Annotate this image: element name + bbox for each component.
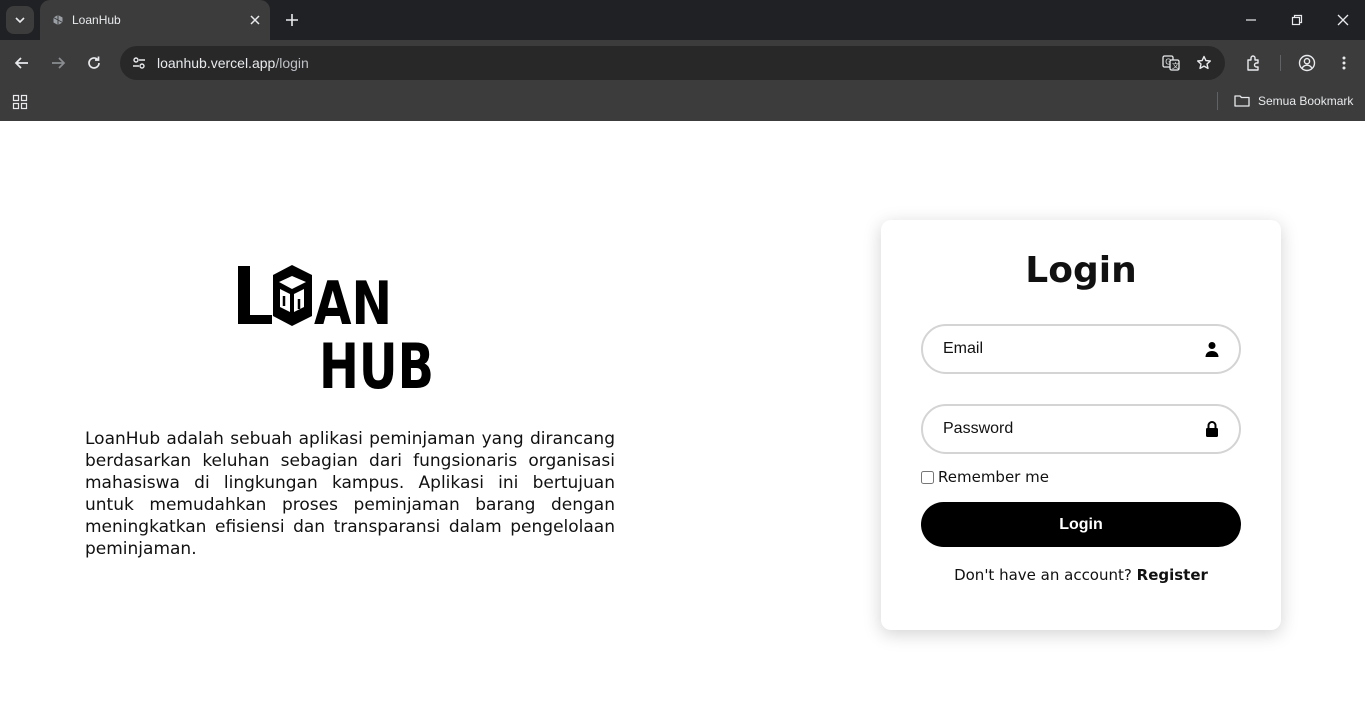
remember-me-label: Remember me — [938, 468, 1049, 486]
tab-search-button[interactable] — [6, 6, 34, 34]
account-icon — [1298, 54, 1316, 72]
no-account-text: Don't have an account? — [954, 566, 1132, 584]
address-bar[interactable]: loanhub.vercel.app/login G文 — [120, 46, 1225, 80]
login-title: Login — [1025, 250, 1137, 291]
login-button[interactable]: Login — [921, 502, 1241, 547]
close-icon — [250, 15, 260, 25]
password-field[interactable] — [921, 404, 1241, 454]
all-bookmarks-button[interactable]: Semua Bookmark — [1234, 90, 1353, 112]
arrow-left-icon — [14, 57, 28, 69]
puzzle-icon — [1247, 55, 1259, 71]
bookmarks-divider — [1217, 92, 1218, 110]
star-icon — [1197, 55, 1211, 70]
browser-toolbar: loanhub.vercel.app/login G文 — [0, 40, 1365, 86]
close-window-button[interactable] — [1333, 10, 1353, 30]
lock-icon — [1203, 420, 1221, 438]
back-button[interactable] — [11, 52, 33, 74]
reload-icon — [88, 56, 100, 69]
login-page: AN HUB LoanHub adalah sebuah aplikasi pe… — [0, 121, 1365, 728]
toolbar-divider — [1280, 55, 1281, 71]
svg-text:AN: AN — [314, 269, 392, 339]
minimize-button[interactable] — [1241, 10, 1261, 30]
register-link[interactable]: Register — [1137, 566, 1208, 584]
email-input[interactable] — [943, 338, 1193, 360]
grid-icon — [12, 94, 28, 110]
app-description: LoanHub adalah sebuah aplikasi peminjama… — [85, 429, 615, 559]
remember-me[interactable]: Remember me — [921, 468, 1049, 486]
svg-text:文: 文 — [1172, 61, 1179, 70]
browser-tab-strip: LoanHub — [0, 0, 1365, 40]
site-info-button[interactable] — [128, 52, 150, 74]
bookmark-star-button[interactable] — [1193, 52, 1215, 74]
folder-icon — [1234, 95, 1250, 107]
bookmarks-bar: Semua Bookmark — [0, 86, 1365, 121]
tab-title: LoanHub — [72, 13, 121, 27]
all-bookmarks-label: Semua Bookmark — [1258, 94, 1354, 108]
svg-text:HUB: HUB — [319, 330, 434, 389]
close-icon — [1337, 14, 1349, 26]
user-icon — [1203, 340, 1221, 358]
minimize-icon — [1246, 19, 1256, 21]
menu-button[interactable] — [1333, 52, 1355, 74]
profile-button[interactable] — [1296, 52, 1318, 74]
tune-icon — [133, 57, 145, 69]
restore-icon — [1291, 14, 1303, 26]
chevron-down-icon — [15, 17, 25, 24]
login-card: Login Remember me Login Don't have an ac… — [881, 220, 1281, 630]
more-vertical-icon — [1342, 56, 1346, 70]
url-host: loanhub.vercel.app — [157, 55, 276, 71]
plus-icon — [286, 14, 298, 26]
loanhub-logo: AN HUB — [238, 265, 434, 389]
tab-close-button[interactable] — [247, 12, 263, 28]
password-input[interactable] — [943, 418, 1193, 440]
extensions-button[interactable] — [1243, 52, 1265, 74]
restore-button[interactable] — [1287, 10, 1307, 30]
email-field[interactable] — [921, 324, 1241, 374]
new-tab-button[interactable] — [282, 10, 302, 30]
translate-icon: G文 — [1162, 55, 1180, 71]
browser-tab[interactable]: LoanHub — [40, 0, 270, 40]
remember-me-checkbox[interactable] — [921, 470, 934, 484]
url-path: /login — [275, 55, 309, 71]
forward-button[interactable] — [47, 52, 69, 74]
register-prompt: Don't have an account? Register — [881, 566, 1281, 584]
apps-button[interactable] — [10, 92, 30, 112]
translate-button[interactable]: G文 — [1160, 52, 1182, 74]
arrow-right-icon — [52, 57, 66, 69]
favicon-icon — [53, 15, 63, 25]
reload-button[interactable] — [83, 52, 105, 74]
url-text[interactable]: loanhub.vercel.app/login — [157, 55, 309, 71]
